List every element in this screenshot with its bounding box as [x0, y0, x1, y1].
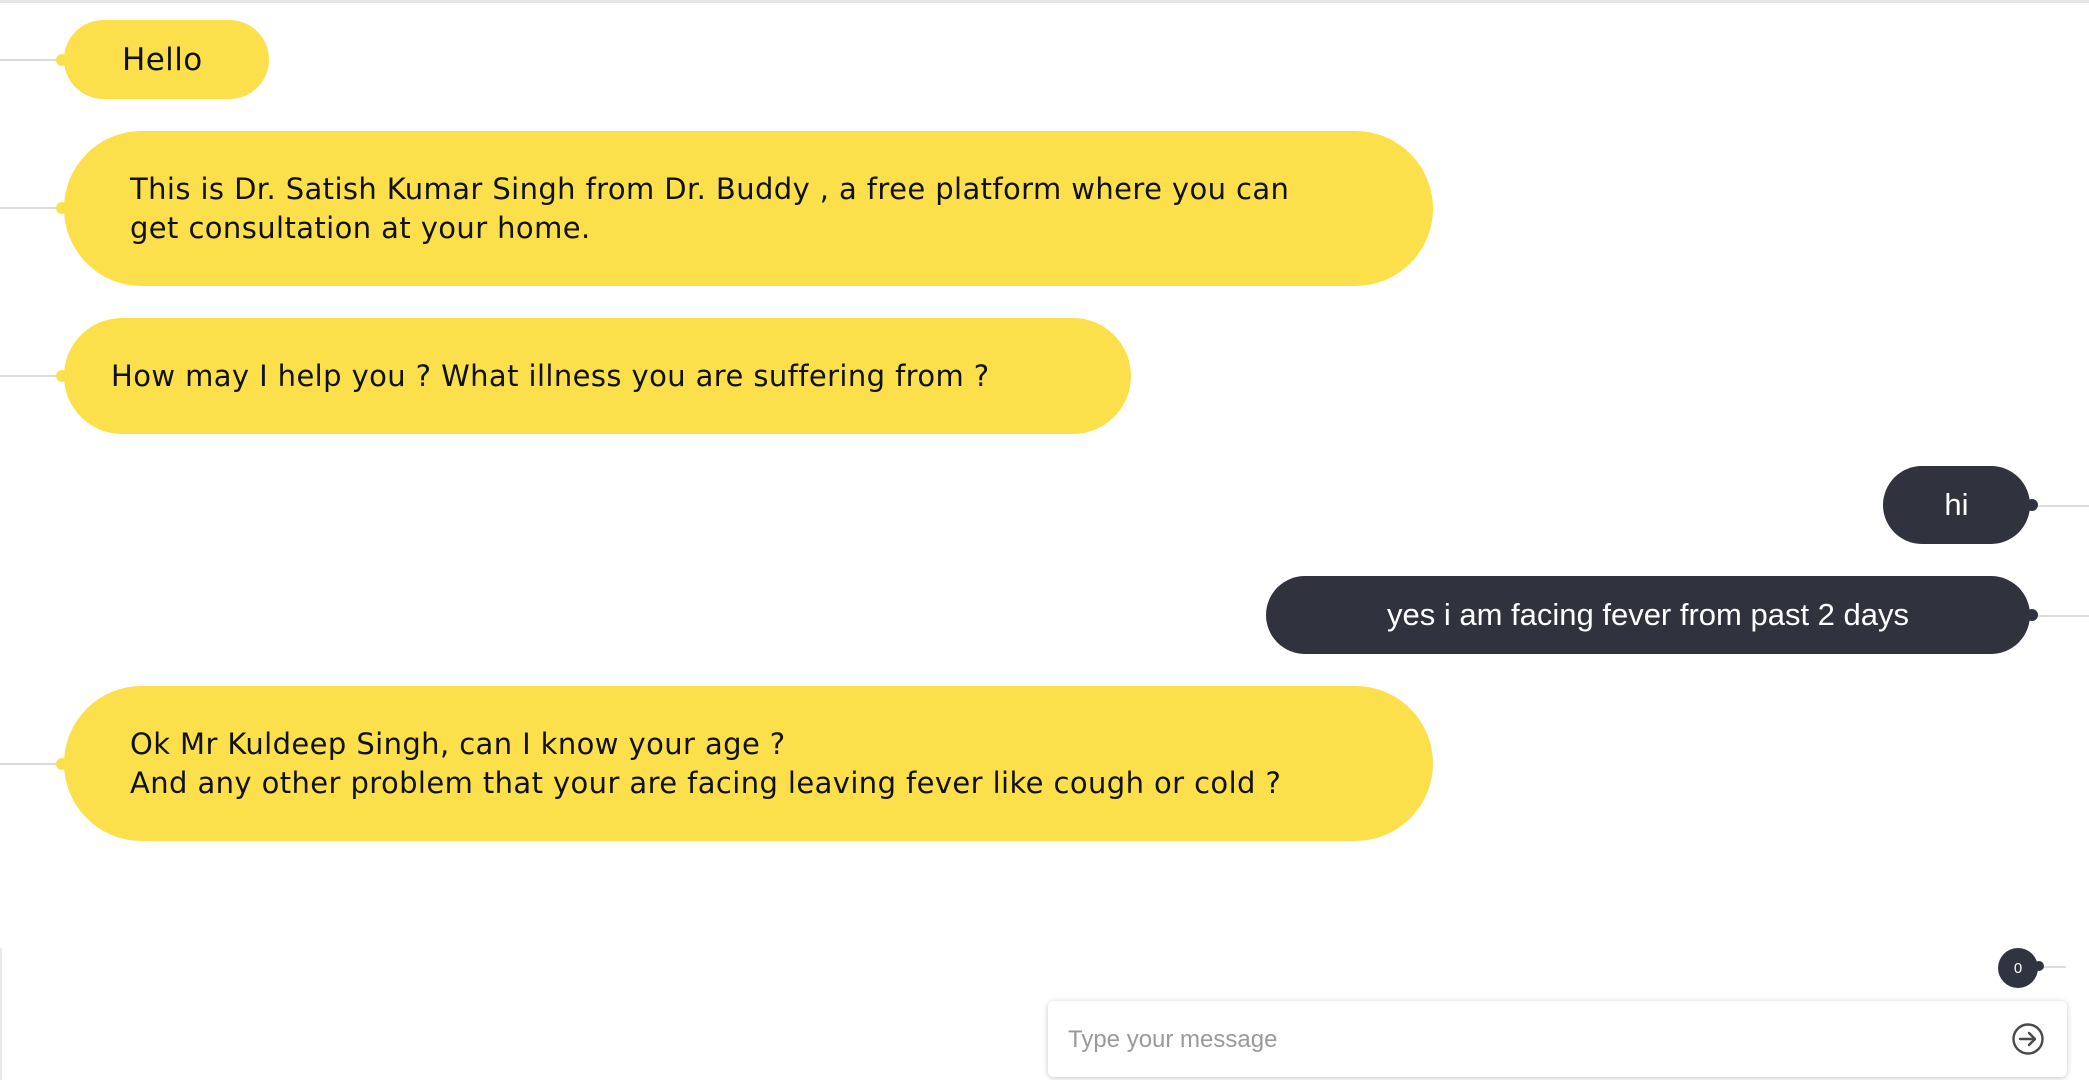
message-text: hi	[1944, 487, 1969, 522]
bot-message-bubble: Hello	[64, 20, 269, 99]
bot-message-bubble: How may I help you ? What illness you ar…	[64, 318, 1131, 434]
message-composer	[1048, 1001, 2067, 1077]
message-text-line: get consultation at your home.	[130, 210, 591, 245]
message-text-line: Ok Mr Kuldeep Singh, can I know your age…	[130, 726, 786, 761]
bot-tail-line	[0, 763, 62, 765]
bot-message-bubble: This is Dr. Satish Kumar Singh from Dr. …	[64, 131, 1433, 286]
bot-message-bubble: Ok Mr Kuldeep Singh, can I know your age…	[64, 686, 1433, 841]
message-input[interactable]	[1066, 1019, 2000, 1061]
send-button[interactable]	[2008, 1019, 2048, 1059]
user-message-bubble: yes i am facing fever from past 2 days	[1266, 576, 2030, 654]
bot-tail-line	[0, 207, 62, 209]
message-text-line: And any other problem that your are faci…	[130, 765, 1282, 800]
bot-tail-line	[0, 375, 62, 377]
user-tail-line	[2030, 615, 2089, 617]
bot-tail-line	[0, 59, 62, 61]
unread-count-badge[interactable]: 0	[1998, 948, 2038, 988]
message-text: How may I help you ? What illness you ar…	[111, 359, 990, 393]
left-divider	[0, 948, 2, 1080]
message-text-line: This is Dr. Satish Kumar Singh from Dr. …	[130, 171, 1290, 206]
top-border	[0, 0, 2089, 3]
user-tail-line	[2030, 505, 2089, 507]
unread-count: 0	[2013, 959, 2023, 977]
user-message-bubble: hi	[1883, 466, 2030, 544]
message-text: Hello	[122, 41, 203, 78]
arrow-circle-right-icon	[2012, 1023, 2044, 1055]
message-text: yes i am facing fever from past 2 days	[1386, 597, 1910, 632]
